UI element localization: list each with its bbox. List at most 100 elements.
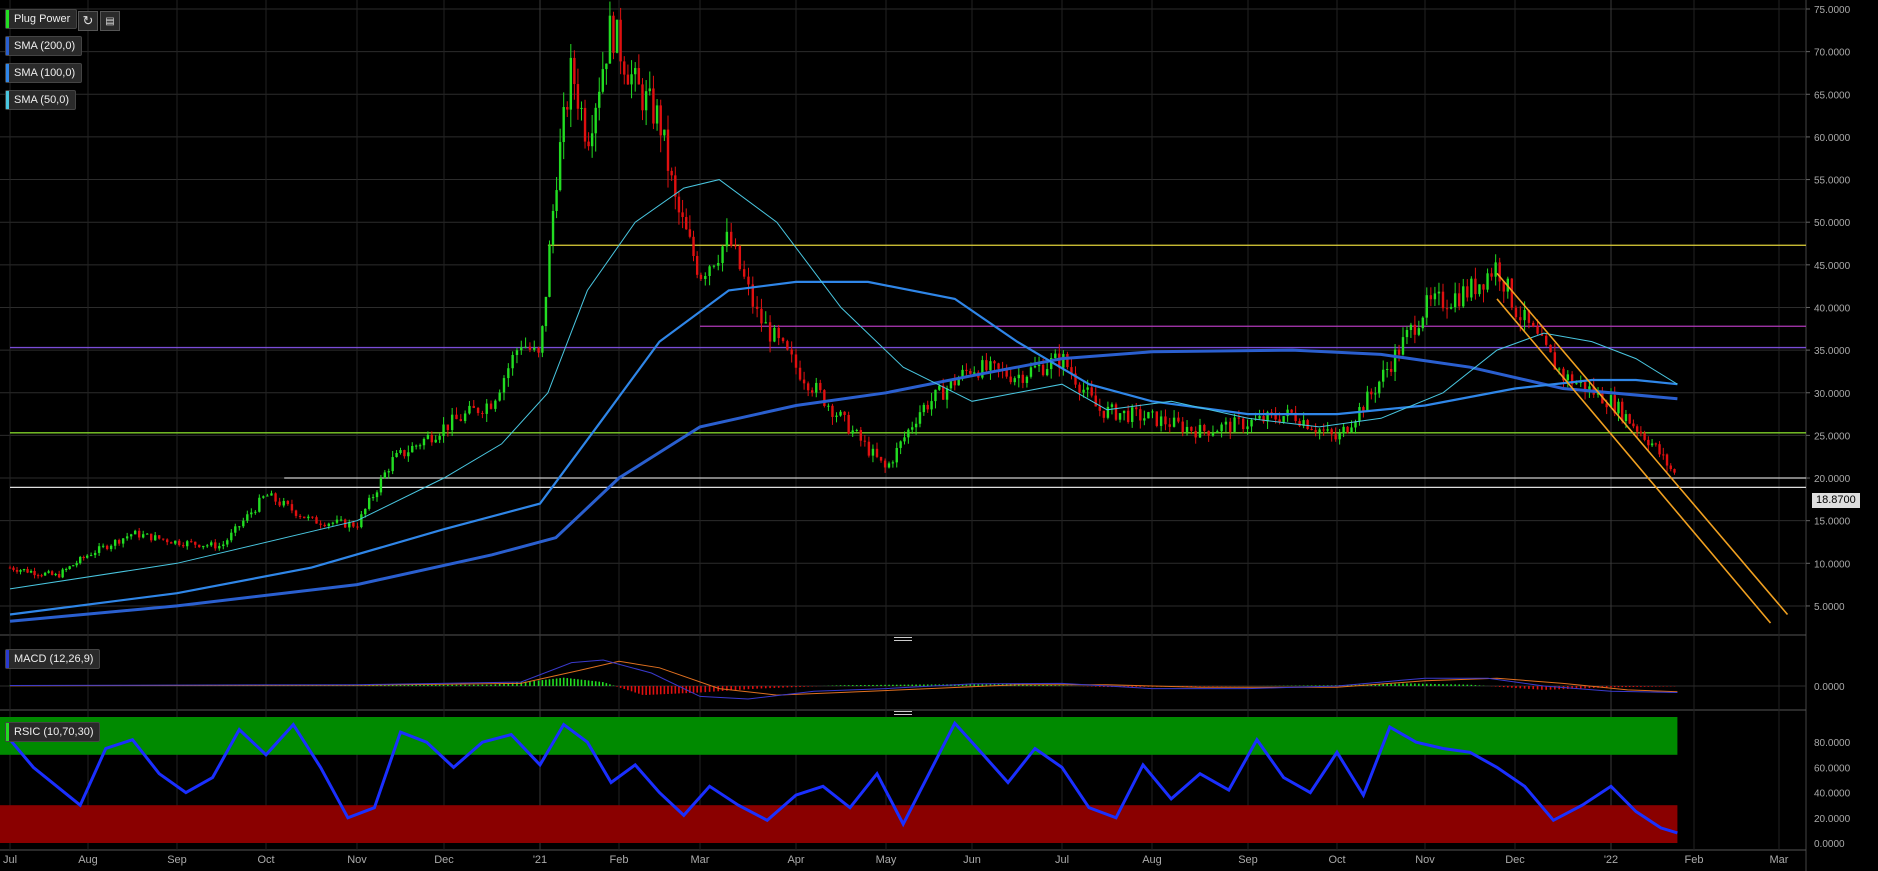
candle-body bbox=[1131, 407, 1134, 422]
candle-body bbox=[742, 269, 746, 277]
candle-body bbox=[666, 129, 670, 171]
candle-body bbox=[367, 497, 371, 509]
candle-body bbox=[879, 456, 883, 461]
candle-body bbox=[1378, 381, 1381, 394]
time-tick-label: Oct bbox=[257, 854, 274, 866]
candle-body bbox=[75, 563, 78, 566]
symbol-color-swatch bbox=[6, 10, 9, 28]
candle-body bbox=[630, 74, 633, 85]
candle-body bbox=[1151, 411, 1154, 413]
candle-body bbox=[1062, 354, 1065, 368]
candle-body bbox=[918, 412, 922, 424]
price-tick-label: 30.0000 bbox=[1814, 389, 1851, 400]
candle-body bbox=[1342, 426, 1345, 434]
candle-body bbox=[294, 510, 298, 516]
candle-body bbox=[985, 360, 988, 371]
candle-body bbox=[43, 572, 47, 576]
candle-body bbox=[712, 265, 716, 267]
candle-body bbox=[109, 545, 113, 550]
time-tick-label: Mar bbox=[1770, 854, 1789, 866]
candle-body bbox=[226, 540, 229, 545]
candle-body bbox=[1298, 421, 1301, 426]
price-tick-label: 50.0000 bbox=[1814, 218, 1851, 229]
candle-body bbox=[555, 190, 558, 211]
candle-body bbox=[566, 107, 569, 110]
candle-body bbox=[222, 544, 225, 547]
candle-body bbox=[352, 522, 355, 527]
candle-body bbox=[442, 424, 445, 437]
candle-body bbox=[1306, 420, 1309, 429]
candle-body bbox=[360, 514, 363, 528]
candle-body bbox=[1094, 395, 1097, 407]
candle-body bbox=[1216, 431, 1219, 433]
candle-body bbox=[887, 463, 891, 468]
candle-body bbox=[1536, 326, 1539, 334]
candle-body bbox=[605, 63, 608, 70]
candle-body bbox=[1110, 404, 1114, 407]
candle-body bbox=[590, 133, 594, 147]
panel-resize-handle-macd[interactable] bbox=[894, 637, 912, 641]
candle-body bbox=[747, 276, 750, 285]
candle-body bbox=[1177, 417, 1180, 422]
candle-body bbox=[1523, 309, 1526, 321]
candle-body bbox=[1078, 384, 1081, 393]
candle-body bbox=[533, 347, 536, 350]
refresh-icon: ↻ bbox=[82, 13, 94, 28]
candle-body bbox=[335, 519, 339, 523]
candle-body bbox=[688, 229, 692, 237]
indicator-badge-sma50[interactable]: SMA (50,0) bbox=[5, 90, 77, 110]
candle-body bbox=[315, 517, 318, 524]
symbol-badge[interactable]: Plug Power bbox=[5, 9, 78, 29]
candle-body bbox=[1181, 421, 1184, 433]
candle-body bbox=[1639, 431, 1643, 434]
candle-body bbox=[47, 571, 50, 573]
candle-body bbox=[242, 520, 245, 527]
indicator-badge-macd[interactable]: MACD (12,26,9) bbox=[5, 649, 101, 669]
candle-body bbox=[1557, 368, 1561, 370]
candle-body bbox=[1370, 391, 1373, 395]
candle-body bbox=[580, 107, 583, 109]
time-tick-label: Aug bbox=[78, 854, 98, 866]
indicator-badge-rsic[interactable]: RSIC (10,70,30) bbox=[5, 722, 101, 742]
candle-body bbox=[993, 361, 996, 364]
candle-body bbox=[1466, 286, 1469, 298]
indicator-badge-sma100[interactable]: SMA (100,0) bbox=[5, 63, 83, 83]
price-tick-label: 45.0000 bbox=[1814, 261, 1851, 272]
candle-body bbox=[1409, 324, 1413, 330]
chart-settings-button[interactable]: ▤ bbox=[100, 11, 120, 31]
sma200-label: SMA (200,0) bbox=[14, 40, 76, 52]
candle-body bbox=[68, 566, 71, 569]
candle-body bbox=[438, 436, 441, 440]
candle-body bbox=[895, 447, 898, 463]
candle-body bbox=[623, 61, 626, 75]
candle-body bbox=[1242, 418, 1245, 430]
candle-body bbox=[1510, 278, 1514, 308]
candle-body bbox=[1090, 387, 1093, 396]
candle-body bbox=[863, 440, 867, 442]
sma200-swatch bbox=[6, 37, 9, 55]
candle-body bbox=[989, 361, 992, 371]
panel-resize-handle-rsi[interactable] bbox=[894, 711, 912, 715]
sma50-label: SMA (50,0) bbox=[14, 94, 70, 106]
chart-canvas[interactable]: 75.0000 70.0000 65.0000 60.0000 55.0000 50.00… bbox=[0, 0, 1878, 871]
candle-body bbox=[637, 68, 641, 85]
candle-body bbox=[194, 541, 197, 545]
candle-body bbox=[214, 542, 217, 549]
candle-body bbox=[708, 266, 711, 276]
candle-body bbox=[773, 327, 776, 342]
candle-body bbox=[520, 347, 523, 351]
candle-body bbox=[387, 471, 390, 473]
candle-body bbox=[721, 246, 724, 264]
candle-body bbox=[190, 541, 193, 543]
refresh-button[interactable]: ↻ bbox=[78, 11, 98, 31]
candle-body bbox=[670, 170, 673, 176]
candle-body bbox=[79, 557, 82, 564]
candle-body bbox=[15, 569, 19, 572]
rsi-tick-label: 40.0000 bbox=[1814, 789, 1851, 800]
price-tick-label: 10.0000 bbox=[1814, 559, 1851, 570]
macd-tick-label: 0.0000 bbox=[1814, 682, 1845, 693]
indicator-badge-sma200[interactable]: SMA (200,0) bbox=[5, 36, 83, 56]
candle-body bbox=[1246, 426, 1249, 430]
candle-body bbox=[1135, 407, 1138, 410]
time-tick-label: Nov bbox=[347, 854, 367, 866]
